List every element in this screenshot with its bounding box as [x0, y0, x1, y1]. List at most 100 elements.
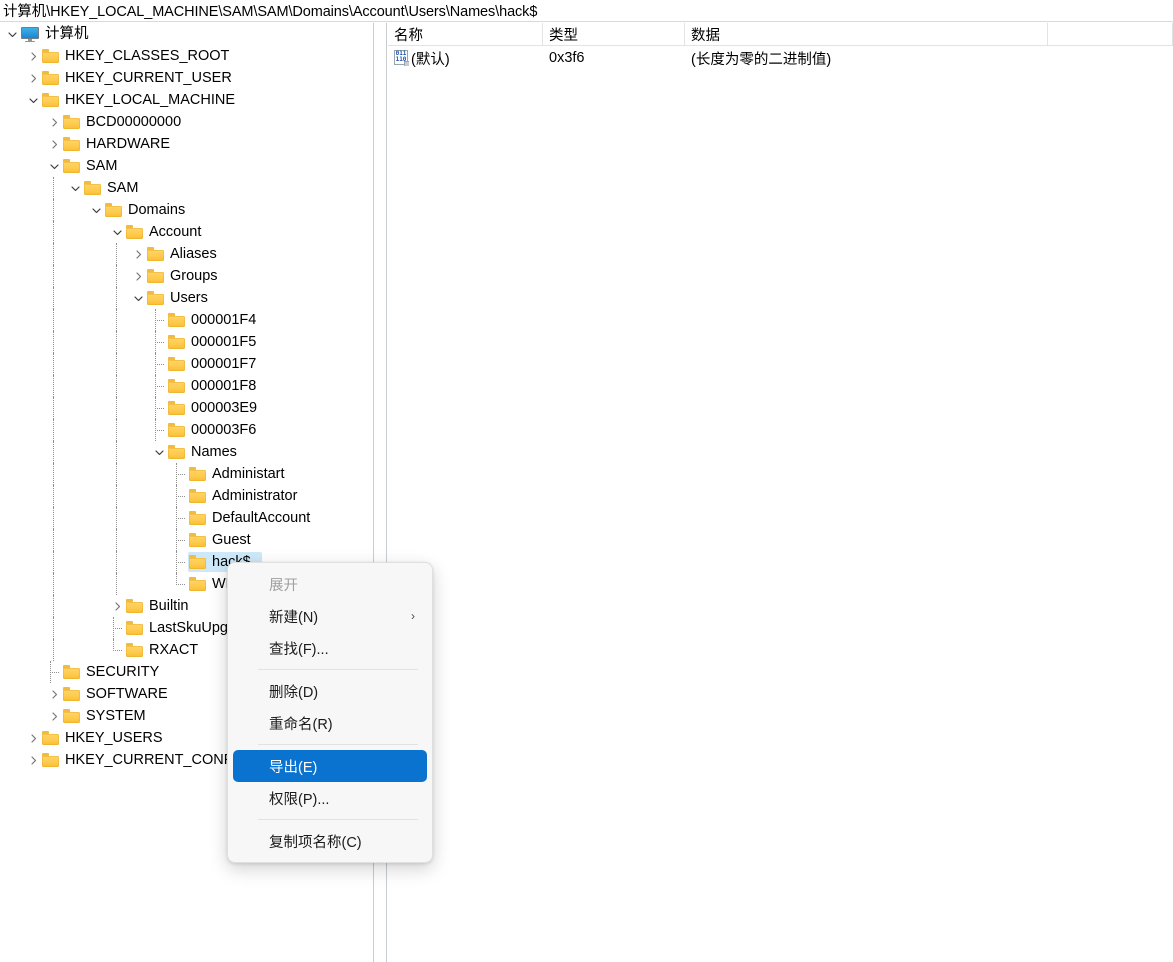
menu-item-r[interactable]: 重命名(R): [233, 707, 427, 739]
tree-item-account[interactable]: Account: [0, 221, 373, 243]
tree-item-label: SECURITY: [86, 664, 160, 680]
chevron-down-icon[interactable]: [25, 89, 41, 111]
tree-item-000001f8[interactable]: 000001F8: [0, 375, 373, 397]
folder-icon: [126, 621, 143, 635]
folder-icon: [42, 93, 59, 107]
binary-value-icon: 011 110: [394, 50, 409, 66]
folder-icon: [189, 555, 206, 569]
tree-item-users[interactable]: Users: [0, 287, 373, 309]
tree-guide-line: [53, 177, 54, 199]
tree-item-label: Administrator: [212, 488, 298, 504]
tree-item-guest[interactable]: Guest: [0, 529, 373, 551]
tree-item-bcd00000000[interactable]: BCD00000000: [0, 111, 373, 133]
tree-item-label: 000001F4: [191, 312, 257, 328]
tree-item-administrator[interactable]: Administrator: [0, 485, 373, 507]
menu-item-p[interactable]: 权限(P)...: [233, 782, 427, 814]
chevron-down-icon[interactable]: [130, 287, 146, 309]
chevron-right-icon[interactable]: [25, 749, 41, 771]
tree-guide-line: [53, 573, 54, 595]
folder-icon: [147, 247, 164, 261]
value-row[interactable]: 011 110 (默认) 0x3f6 (长度为零的二进制值): [388, 46, 1173, 70]
chevron-right-icon[interactable]: [130, 243, 146, 265]
tree-item-[interactable]: 计算机: [0, 23, 373, 45]
tree-item-label: RXACT: [149, 642, 199, 658]
folder-icon: [168, 335, 185, 349]
tree-item-000001f5[interactable]: 000001F5: [0, 331, 373, 353]
tree-item-sam[interactable]: SAM: [0, 177, 373, 199]
column-header-label: 数据: [691, 28, 720, 44]
tree-item-000003e9[interactable]: 000003E9: [0, 397, 373, 419]
menu-item-label: 查找(F)...: [269, 641, 329, 658]
chevron-down-icon[interactable]: [67, 177, 83, 199]
chevron-right-icon[interactable]: [25, 45, 41, 67]
menu-item-d[interactable]: 删除(D): [233, 675, 427, 707]
tree-item-hkey-classes-root[interactable]: HKEY_CLASSES_ROOT: [0, 45, 373, 67]
tree-guide-line: [116, 463, 117, 485]
tree-guide-line: [116, 397, 117, 419]
chevron-down-icon[interactable]: [4, 23, 20, 45]
tree-guide-line: [53, 287, 54, 309]
folder-icon: [42, 753, 59, 767]
chevron-down-icon[interactable]: [109, 221, 125, 243]
tree-connector: [109, 617, 125, 639]
folder-icon: [168, 357, 185, 371]
tree-item-hkey-local-machine[interactable]: HKEY_LOCAL_MACHINE: [0, 89, 373, 111]
folder-icon: [147, 291, 164, 305]
tree-guide-line: [116, 485, 117, 507]
tree-item-label: 000003E9: [191, 400, 258, 416]
value-rows: 011 110 (默认) 0x3f6 (长度为零的二进制值): [388, 46, 1173, 70]
tree-item-000001f7[interactable]: 000001F7: [0, 353, 373, 375]
tree-item-000003f6[interactable]: 000003F6: [0, 419, 373, 441]
tree-guide-line: [53, 375, 54, 397]
tree-item-label: SAM: [107, 180, 139, 196]
tree-item-label: DefaultAccount: [212, 510, 311, 526]
tree-item-domains[interactable]: Domains: [0, 199, 373, 221]
tree-guide-line: [53, 419, 54, 441]
tree-item-defaultaccount[interactable]: DefaultAccount: [0, 507, 373, 529]
value-type-cell: 0x3f6: [549, 50, 585, 66]
menu-item-e[interactable]: 导出(E): [233, 750, 427, 782]
tree-item-000001f4[interactable]: 000001F4: [0, 309, 373, 331]
chevron-down-icon[interactable]: [88, 199, 104, 221]
tree-connector: [172, 551, 188, 573]
chevron-right-icon[interactable]: [46, 133, 62, 155]
chevron-down-icon[interactable]: [151, 441, 167, 463]
chevron-right-icon[interactable]: [25, 67, 41, 89]
menu-item-label: 展开: [269, 577, 298, 594]
tree-item-sam[interactable]: SAM: [0, 155, 373, 177]
menu-item-c[interactable]: 复制项名称(C): [233, 825, 427, 857]
column-header-blank[interactable]: [1048, 23, 1173, 46]
chevron-right-icon[interactable]: [25, 727, 41, 749]
tree-guide-line: [53, 595, 54, 617]
tree-guide-line: [116, 265, 117, 287]
address-bar[interactable]: 计算机\HKEY_LOCAL_MACHINE\SAM\SAM\Domains\A…: [0, 0, 1173, 22]
tree-item-administart[interactable]: Administart: [0, 463, 373, 485]
tree-guide-line: [116, 419, 117, 441]
tree-item-names[interactable]: Names: [0, 441, 373, 463]
menu-item-n[interactable]: 新建(N) ›: [233, 600, 427, 632]
tree-item-hardware[interactable]: HARDWARE: [0, 133, 373, 155]
chevron-right-icon[interactable]: [46, 683, 62, 705]
tree-item-label: SOFTWARE: [86, 686, 168, 702]
folder-icon: [63, 159, 80, 173]
tree-item-aliases[interactable]: Aliases: [0, 243, 373, 265]
chevron-right-icon[interactable]: [109, 595, 125, 617]
chevron-right-icon[interactable]: [46, 705, 62, 727]
tree-connector: [151, 419, 167, 441]
column-header-类型[interactable]: 类型: [543, 23, 685, 46]
tree-item-label: Users: [170, 290, 208, 306]
chevron-right-icon[interactable]: [46, 111, 62, 133]
column-header-数据[interactable]: 数据: [685, 23, 1048, 46]
column-header-row: 名称 类型 数据: [388, 23, 1173, 46]
menu-item-f[interactable]: 查找(F)...: [233, 632, 427, 664]
tree-item-label: HKEY_CLASSES_ROOT: [65, 48, 230, 64]
context-menu[interactable]: 展开新建(N) › 查找(F)... 删除(D) 重命名(R) 导出(E) 权限(P)...…: [227, 562, 433, 863]
tree-item-hkey-current-user[interactable]: HKEY_CURRENT_USER: [0, 67, 373, 89]
column-header-名称[interactable]: 名称: [388, 23, 543, 46]
chevron-right-icon[interactable]: [130, 265, 146, 287]
chevron-down-icon[interactable]: [46, 155, 62, 177]
tree-connector: [172, 463, 188, 485]
tree-guide-line: [53, 199, 54, 221]
tree-item-groups[interactable]: Groups: [0, 265, 373, 287]
menu-item-label: 权限(P)...: [269, 791, 330, 808]
